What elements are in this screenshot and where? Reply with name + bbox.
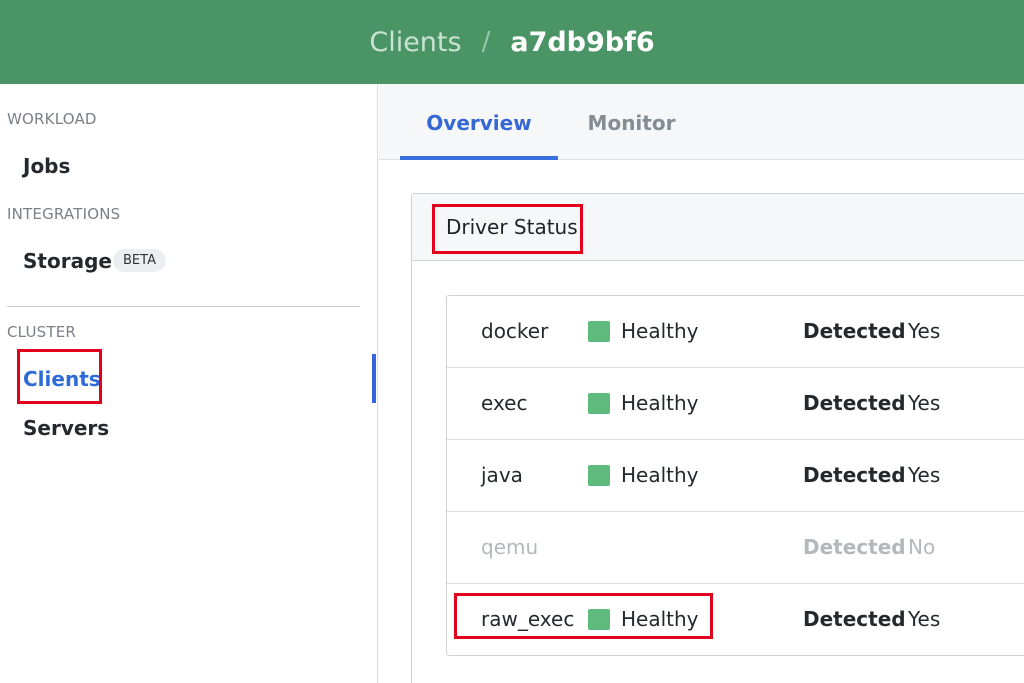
detected-label: Detected	[803, 391, 906, 415]
breadcrumb-clients-link[interactable]: Clients	[369, 27, 461, 58]
driver-row: raw_exec Healthy Detected Yes	[447, 584, 1024, 656]
breadcrumb: Clients / a7db9bf6	[0, 0, 1024, 84]
detected-label: Detected	[803, 535, 906, 559]
driver-name: exec	[481, 391, 528, 415]
sidebar-item-jobs[interactable]: Jobs	[23, 154, 70, 178]
driver-name: docker	[481, 319, 549, 343]
driver-table: docker Healthy Detected Yes exec Healthy…	[446, 295, 1024, 656]
detected-label: Detected	[803, 463, 906, 487]
detected-value: Yes	[908, 391, 941, 415]
main-content: Overview Monitor Driver Status docker He…	[379, 84, 1024, 683]
sidebar-divider	[7, 306, 360, 307]
health-indicator-icon	[588, 321, 610, 342]
driver-name: raw_exec	[481, 607, 575, 631]
driver-name: java	[481, 463, 523, 487]
sidebar-item-clients[interactable]: Clients	[23, 367, 101, 391]
driver-status-card: Driver Status docker Healthy Detected Ye…	[411, 193, 1024, 683]
health-indicator-icon	[588, 609, 610, 630]
card-title: Driver Status	[446, 215, 578, 239]
driver-name: qemu	[481, 535, 539, 559]
driver-health: Healthy	[621, 463, 699, 487]
driver-row: docker Healthy Detected Yes	[447, 296, 1024, 368]
sidebar: WORKLOAD Jobs INTEGRATIONS Storage BETA …	[0, 84, 378, 683]
driver-health: Healthy	[621, 391, 699, 415]
detected-value: No	[908, 535, 936, 559]
sidebar-item-storage[interactable]: Storage	[23, 249, 112, 273]
detected-label: Detected	[803, 607, 906, 631]
breadcrumb-separator: /	[481, 27, 491, 57]
tab-bar: Overview Monitor	[379, 84, 1024, 160]
top-bar: Clients / a7db9bf6	[0, 0, 1024, 84]
detected-label: Detected	[803, 319, 906, 343]
tab-overview[interactable]: Overview	[400, 84, 558, 160]
tab-monitor[interactable]: Monitor	[569, 84, 694, 160]
driver-health: Healthy	[621, 319, 699, 343]
sidebar-item-servers[interactable]: Servers	[23, 416, 109, 440]
driver-row: java Healthy Detected Yes	[447, 440, 1024, 512]
sidebar-section-cluster: CLUSTER	[7, 323, 77, 341]
driver-row: exec Healthy Detected Yes	[447, 368, 1024, 440]
detected-value: Yes	[908, 319, 941, 343]
driver-row: qemu Detected No	[447, 512, 1024, 584]
beta-badge: BETA	[113, 249, 166, 272]
breadcrumb-current: a7db9bf6	[510, 26, 655, 58]
health-indicator-icon	[588, 393, 610, 414]
sidebar-section-workload: WORKLOAD	[7, 110, 97, 128]
driver-health: Healthy	[621, 607, 699, 631]
detected-value: Yes	[908, 607, 941, 631]
active-indicator	[372, 354, 376, 403]
sidebar-section-integrations: INTEGRATIONS	[7, 205, 121, 223]
card-header: Driver Status	[412, 194, 1024, 261]
detected-value: Yes	[908, 463, 941, 487]
health-indicator-icon	[588, 465, 610, 486]
